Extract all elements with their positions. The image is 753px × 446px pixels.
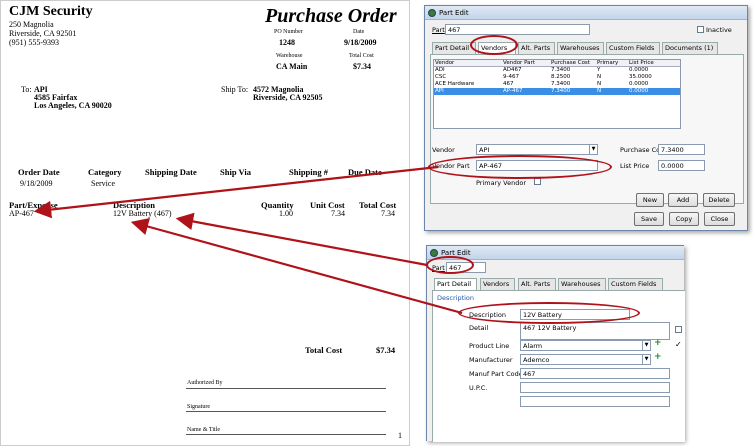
arrow-part-to-po — [175, 212, 428, 267]
arrow-description-to-po — [130, 218, 463, 315]
annotation-arrows — [33, 165, 463, 315]
arrow-vendor-part-to-po — [33, 165, 439, 219]
